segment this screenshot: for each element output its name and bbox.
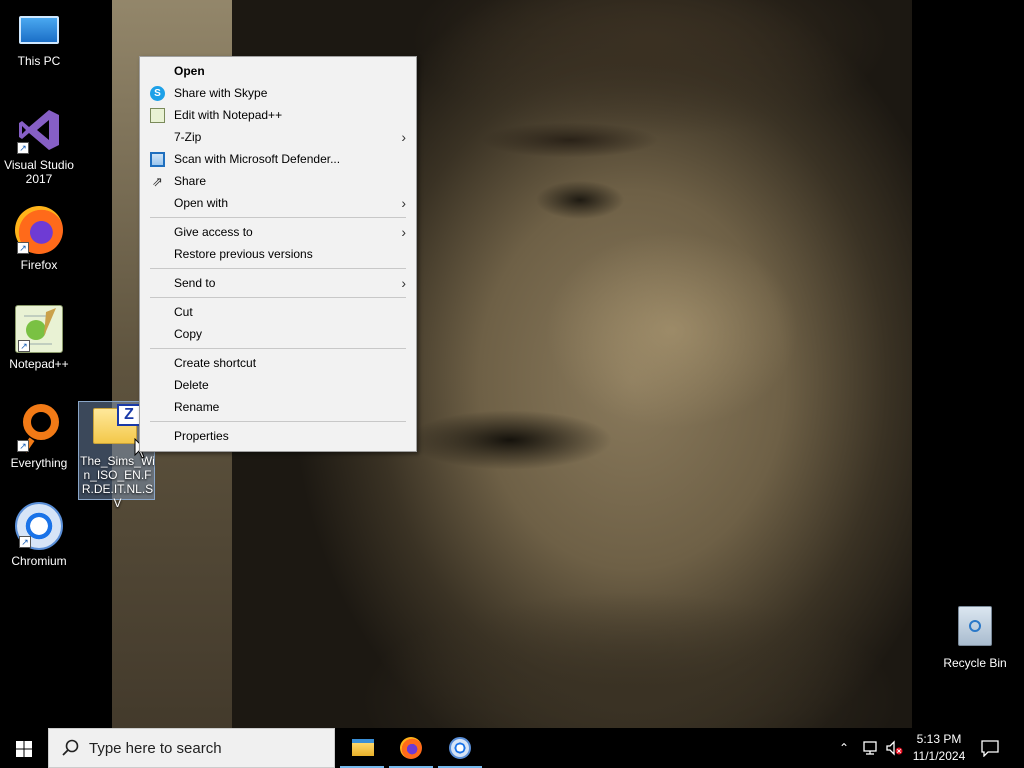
chevron-right-icon: › bbox=[401, 224, 406, 240]
menu-item-copy[interactable]: Copy bbox=[140, 323, 416, 345]
chevron-right-icon: › bbox=[401, 129, 406, 145]
desktop-icon-everything[interactable]: ↗ Everything bbox=[1, 404, 77, 470]
shortcut-arrow-icon: ↗ bbox=[17, 142, 29, 154]
firefox-icon bbox=[400, 737, 422, 759]
menu-item-restore-previous-versions[interactable]: Restore previous versions bbox=[140, 243, 416, 265]
shortcut-arrow-icon: ↗ bbox=[17, 242, 29, 254]
notepad-plus-plus-icon: ↗ bbox=[15, 305, 63, 353]
menu-item-label: Open bbox=[174, 64, 205, 78]
wallpaper-detail bbox=[380, 400, 640, 480]
chevron-right-icon: › bbox=[401, 275, 406, 291]
chevron-right-icon: › bbox=[401, 195, 406, 211]
menu-separator bbox=[150, 348, 406, 349]
desktop-icon-chromium[interactable]: ↗ Chromium bbox=[1, 502, 77, 568]
desktop-icon-notepad-plus-plus[interactable]: ↗ Notepad++ bbox=[1, 305, 77, 371]
everything-search-icon: ↗ bbox=[15, 404, 63, 453]
menu-item-label: Scan with Microsoft Defender... bbox=[174, 152, 341, 166]
menu-item-label: Copy bbox=[174, 327, 203, 341]
zip-archive-icon: Z bbox=[117, 404, 141, 426]
menu-item-create-shortcut[interactable]: Create shortcut bbox=[140, 352, 416, 374]
clock-time: 5:13 PM bbox=[916, 732, 962, 746]
taskbar-search-box[interactable]: Type here to search bbox=[48, 728, 335, 768]
desktop-icon-visual-studio[interactable]: ↗ Visual Studio 2017 bbox=[1, 106, 77, 186]
wallpaper-detail bbox=[470, 120, 670, 160]
menu-item-7-zip[interactable]: 7-Zip › bbox=[140, 126, 416, 148]
menu-item-properties[interactable]: Properties bbox=[140, 425, 416, 447]
volume-muted-icon[interactable] bbox=[885, 740, 903, 756]
desktop-icon-recycle-bin[interactable]: Recycle Bin bbox=[937, 604, 1013, 670]
menu-item-label: 7-Zip bbox=[174, 130, 202, 144]
context-menu: Open S Share with Skype Edit with Notepa… bbox=[139, 56, 417, 452]
clock-date: 11/1/2024 bbox=[912, 749, 966, 763]
menu-item-label: Create shortcut bbox=[174, 356, 257, 370]
taskbar: Type here to search ⌃ 5:13 PM 11/1/2024 bbox=[0, 728, 1024, 768]
notification-center-icon[interactable] bbox=[980, 739, 1000, 757]
menu-item-give-access-to[interactable]: Give access to › bbox=[140, 221, 416, 243]
computer-icon bbox=[19, 16, 59, 44]
desktop-icon-firefox[interactable]: ↗ Firefox bbox=[1, 206, 77, 272]
desktop-icon-this-pc[interactable]: This PC bbox=[1, 8, 77, 68]
skype-icon: S bbox=[150, 86, 165, 101]
menu-item-label: Rename bbox=[174, 400, 220, 414]
desktop-icon-label: Visual Studio 2017 bbox=[4, 158, 74, 186]
chromium-icon: ↗ bbox=[15, 502, 63, 550]
shortcut-arrow-icon: ↗ bbox=[17, 440, 29, 452]
menu-item-label: Edit with Notepad++ bbox=[174, 108, 283, 122]
menu-item-label: Properties bbox=[174, 429, 229, 443]
search-icon bbox=[62, 739, 79, 756]
notepad-plus-plus-icon bbox=[150, 108, 165, 123]
taskbar-clock[interactable]: 5:13 PM 11/1/2024 bbox=[904, 731, 974, 765]
firefox-icon: ↗ bbox=[15, 206, 63, 254]
menu-item-label: Restore previous versions bbox=[174, 247, 313, 261]
desktop-icon-label: Everything bbox=[10, 456, 68, 470]
taskbar-chromium[interactable] bbox=[436, 728, 484, 768]
desktop-icon-label: Notepad++ bbox=[9, 357, 69, 371]
network-icon[interactable] bbox=[861, 740, 879, 756]
menu-item-share-with-skype[interactable]: S Share with Skype bbox=[140, 82, 416, 104]
shortcut-arrow-icon: ↗ bbox=[19, 536, 31, 548]
show-hidden-icons-chevron-icon[interactable]: ⌃ bbox=[836, 740, 852, 756]
menu-item-open-with[interactable]: Open with › bbox=[140, 192, 416, 214]
desktop-icon-label: Chromium bbox=[11, 554, 67, 568]
desktop-icon-label: Firefox bbox=[20, 258, 58, 272]
menu-item-label: Share bbox=[174, 174, 207, 188]
menu-item-send-to[interactable]: Send to › bbox=[140, 272, 416, 294]
menu-item-label: Delete bbox=[174, 378, 209, 392]
menu-item-cut[interactable]: Cut bbox=[140, 301, 416, 323]
menu-item-label: Open with bbox=[174, 196, 229, 210]
menu-separator bbox=[150, 217, 406, 218]
menu-item-label: Send to bbox=[174, 276, 216, 290]
menu-item-share[interactable]: ⇗ Share bbox=[140, 170, 416, 192]
menu-separator bbox=[150, 297, 406, 298]
menu-item-edit-with-notepad[interactable]: Edit with Notepad++ bbox=[140, 104, 416, 126]
menu-item-rename[interactable]: Rename bbox=[140, 396, 416, 418]
windows-logo-icon bbox=[16, 741, 32, 757]
recycle-bin-icon bbox=[951, 604, 999, 652]
menu-item-scan-with-defender[interactable]: Scan with Microsoft Defender... bbox=[140, 148, 416, 170]
menu-item-delete[interactable]: Delete bbox=[140, 374, 416, 396]
menu-separator bbox=[150, 421, 406, 422]
wallpaper-detail bbox=[330, 560, 910, 728]
taskbar-firefox[interactable] bbox=[387, 728, 435, 768]
start-button[interactable] bbox=[0, 728, 48, 768]
desktop-icon-label: This PC bbox=[17, 54, 61, 68]
share-icon: ⇗ bbox=[152, 174, 163, 189]
menu-item-label: Cut bbox=[174, 305, 193, 319]
folder-icon bbox=[352, 739, 374, 756]
menu-item-label: Share with Skype bbox=[174, 86, 268, 100]
desktop-icon-label: Recycle Bin bbox=[943, 656, 1007, 670]
chromium-icon bbox=[449, 737, 471, 759]
menu-item-label: Give access to bbox=[174, 225, 253, 239]
menu-separator bbox=[150, 268, 406, 269]
shortcut-arrow-icon: ↗ bbox=[18, 340, 30, 352]
menu-item-open[interactable]: Open bbox=[140, 60, 416, 82]
defender-shield-icon bbox=[150, 152, 165, 167]
visual-studio-icon: ↗ bbox=[15, 106, 63, 154]
wallpaper-detail bbox=[520, 170, 640, 230]
taskbar-file-explorer[interactable] bbox=[338, 728, 386, 768]
file-label: The_Sims_Win_ISO_EN.FR.DE.IT.NL.SV bbox=[80, 454, 155, 510]
search-placeholder: Type here to search bbox=[89, 740, 222, 757]
